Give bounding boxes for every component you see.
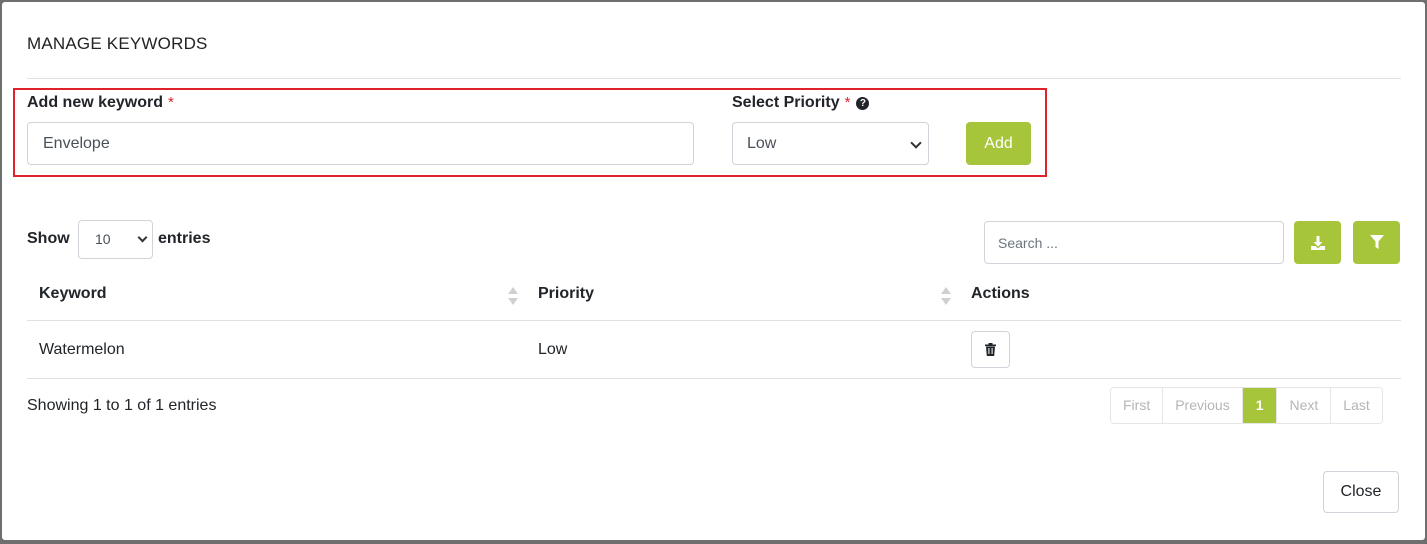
required-marker: *	[168, 94, 174, 111]
column-header-actions: Actions	[971, 285, 1030, 302]
close-button[interactable]: Close	[1323, 471, 1399, 513]
column-header-keyword[interactable]: Keyword	[39, 285, 107, 303]
trash-icon	[985, 343, 996, 356]
keyword-cell: Watermelon	[39, 341, 125, 358]
pagination-last[interactable]: Last	[1331, 388, 1382, 423]
download-button[interactable]	[1294, 221, 1341, 264]
delete-button[interactable]	[971, 331, 1010, 368]
table-header-divider	[27, 320, 1401, 321]
table-row-divider	[27, 378, 1401, 379]
priority-cell: Low	[538, 341, 568, 358]
priority-label: Select Priority *?	[732, 94, 870, 112]
page-length-select[interactable]: 10	[78, 220, 153, 259]
keyword-label: Add new keyword *	[27, 94, 174, 112]
column-header-priority[interactable]: Priority	[538, 285, 594, 303]
chevron-down-icon	[910, 137, 922, 149]
page-length-value: 10	[95, 231, 111, 247]
table-info: Showing 1 to 1 of 1 entries	[27, 397, 217, 414]
add-button[interactable]: Add	[966, 122, 1031, 165]
priority-select[interactable]: Low	[732, 122, 929, 165]
chevron-down-icon	[137, 232, 148, 243]
pagination-previous[interactable]: Previous	[1163, 388, 1243, 423]
manage-keywords-modal: MANAGE KEYWORDS Add new keyword* Select …	[2, 2, 1425, 540]
priority-select-value: Low	[747, 135, 777, 152]
filter-icon	[1369, 235, 1384, 249]
modal-title: MANAGE KEYWORDS	[27, 34, 208, 53]
search-input[interactable]	[984, 221, 1284, 264]
keyword-input[interactable]	[27, 122, 694, 165]
sort-icon[interactable]	[941, 287, 951, 305]
sort-icon[interactable]	[508, 287, 518, 305]
filter-button[interactable]	[1353, 221, 1400, 264]
pagination: First Previous 1 Next Last	[1110, 387, 1383, 424]
header-divider	[27, 78, 1401, 79]
entries-label: entries	[158, 230, 211, 247]
keyword-label-text: Add new keyword	[27, 94, 164, 111]
download-icon	[1310, 235, 1325, 250]
priority-label-text: Select Priority	[732, 94, 840, 111]
show-label: Show	[27, 230, 70, 247]
required-marker: *	[844, 94, 851, 111]
pagination-first[interactable]: First	[1111, 388, 1164, 423]
pagination-current-page[interactable]: 1	[1242, 388, 1278, 423]
pagination-next[interactable]: Next	[1277, 388, 1332, 423]
question-circle-icon[interactable]: ?	[856, 97, 870, 110]
